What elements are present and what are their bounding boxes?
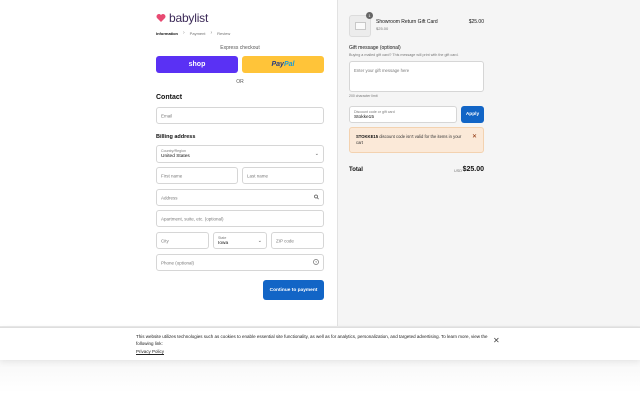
paypal-button[interactable]: Pay Pal — [242, 56, 324, 73]
alert-code: STOKKE15 — [356, 134, 379, 139]
item-subprice: $25.00 — [376, 26, 389, 31]
state-label: State — [218, 236, 227, 240]
breadcrumb-payment: Payment — [189, 30, 206, 36]
breadcrumb-review: Review — [217, 30, 231, 36]
total-currency: USD — [454, 169, 463, 173]
billing-address-title: Billing address — [156, 134, 196, 140]
email-placeholder: Email — [161, 113, 173, 118]
zip-placeholder: ZIP code — [276, 238, 294, 243]
privacy-policy-link[interactable]: Privacy Policy — [136, 349, 164, 354]
city-field[interactable]: City — [156, 232, 209, 249]
discount-error-alert: STOKKE15 discount code isn't valid for t… — [349, 127, 484, 153]
address-placeholder: Address — [161, 195, 178, 200]
gift-message-placeholder: Enter your gift message here — [354, 68, 410, 73]
paypal-label-pal: Pal — [283, 61, 295, 68]
item-price: $25.00 — [468, 19, 484, 25]
phone-field[interactable]: Phone (optional) ? — [156, 254, 324, 271]
gift-message-hint: Buying a mailed gift card? This message … — [349, 53, 459, 57]
country-label: Country/Region — [161, 149, 186, 153]
city-placeholder: City — [161, 238, 169, 243]
total-label: Total — [349, 167, 363, 173]
apartment-field[interactable]: Apartment, suite, etc. (optional) — [156, 210, 324, 227]
search-icon — [314, 194, 319, 201]
country-select[interactable]: Country/Region United States ⌄ — [156, 145, 324, 163]
first-name-placeholder: First name — [161, 173, 183, 178]
state-select[interactable]: State Iowa ⌄ — [213, 232, 267, 249]
discount-value: Stokke15 — [354, 115, 375, 120]
first-name-field[interactable]: First name — [156, 167, 238, 184]
brand-logo[interactable]: babylist — [156, 11, 208, 25]
chevron-down-icon: ⌄ — [314, 151, 319, 157]
item-name: Showroom Return Gift Card — [376, 19, 438, 25]
quantity-badge: 1 — [366, 12, 373, 19]
cookie-banner: This website utilizes technologies such … — [0, 327, 640, 360]
alert-message: STOKKE15 discount code isn't valid for t… — [356, 134, 466, 146]
discount-code-field[interactable]: Discount code or gift card Stokke15 — [349, 106, 457, 123]
continue-to-payment-button[interactable]: Continue to payment — [263, 280, 324, 300]
close-icon[interactable]: ✕ — [493, 336, 500, 345]
total-value: $25.00 — [462, 166, 484, 173]
character-limit: 200 character limit — [349, 94, 378, 98]
shop-pay-button[interactable]: shop — [156, 56, 238, 73]
paypal-label-pay: Pay — [271, 61, 284, 68]
last-name-placeholder: Last name — [247, 173, 269, 178]
heart-icon — [156, 13, 166, 23]
phone-placeholder: Phone (optional) — [161, 260, 195, 265]
brand-name: babylist — [169, 11, 209, 25]
chevron-down-icon: ⌄ — [257, 237, 262, 244]
close-icon[interactable]: ✕ — [472, 133, 477, 140]
gift-message-label: Gift message (optional) — [349, 45, 401, 51]
last-name-field[interactable]: Last name — [242, 167, 324, 184]
gift-card-image — [355, 22, 366, 30]
chevron-right-icon: › — [183, 30, 185, 36]
discount-label: Discount code or gift card — [354, 110, 395, 114]
state-value: Iowa — [218, 241, 229, 246]
chevron-right-icon: › — [210, 30, 213, 36]
contact-title: Contact — [156, 94, 183, 101]
email-field[interactable]: Email — [156, 107, 324, 124]
help-icon[interactable]: ? — [313, 258, 319, 267]
express-checkout-label: Express checkout — [220, 45, 260, 51]
cookie-text: This website utilizes technologies such … — [136, 334, 488, 346]
country-value: United States — [161, 154, 190, 159]
zip-field[interactable]: ZIP code — [271, 232, 324, 249]
apartment-placeholder: Apartment, suite, etc. (optional) — [161, 216, 224, 221]
svg-text:?: ? — [315, 260, 317, 264]
breadcrumb-information[interactable]: Information — [156, 31, 178, 36]
apply-button[interactable]: Apply — [461, 106, 484, 123]
breadcrumb: Information › Payment › Review — [156, 30, 230, 36]
or-divider: OR — [236, 79, 244, 85]
gift-message-textarea[interactable]: Enter your gift message here — [349, 61, 484, 92]
address-field[interactable]: Address — [156, 189, 324, 206]
